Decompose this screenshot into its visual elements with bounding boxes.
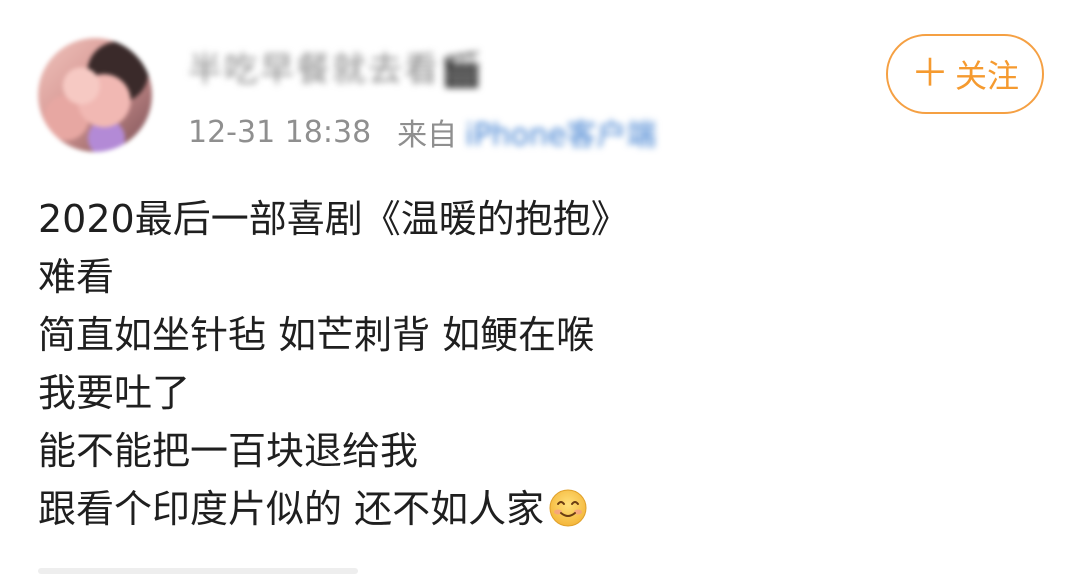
content-line: 能不能把一百块退给我	[38, 429, 419, 473]
username-text[interactable]: 半吃早餐就去看🎬	[188, 42, 484, 91]
content-line: 我要吐了	[38, 371, 191, 415]
smiling-face-emoji-icon	[549, 489, 587, 527]
content-line: 难看	[38, 255, 115, 299]
content-line: 简直如坐针毡 如芒刺背 如鲠在喉	[38, 313, 595, 357]
plus-icon: ＋	[910, 51, 949, 95]
content-line-text: 跟看个印度片似的 还不如人家	[38, 487, 545, 531]
post-time: 12-31 18:38	[188, 114, 372, 150]
username[interactable]: 半吃早餐就去看🎬	[188, 46, 556, 90]
weibo-post: 半吃早餐就去看🎬 12-31 18:38 来自 iPhone客户端 ＋ 关注 2…	[0, 0, 1080, 576]
post-meta: 12-31 18:38 来自 iPhone客户端	[188, 110, 656, 154]
follow-button[interactable]: ＋ 关注	[886, 34, 1044, 114]
post-source[interactable]: iPhone客户端	[465, 110, 656, 154]
post-content: 2020最后一部喜剧《温暖的抱抱》 难看 简直如坐针毡 如芒刺背 如鲠在喉 我要…	[38, 190, 1038, 538]
user-avatar[interactable]	[38, 38, 152, 152]
divider	[38, 568, 358, 574]
follow-label: 关注	[955, 57, 1020, 95]
content-line: 2020最后一部喜剧《温暖的抱抱》	[38, 197, 629, 241]
content-line-last: 跟看个印度片似的 还不如人家	[38, 480, 1038, 538]
from-label: 来自	[397, 118, 458, 153]
